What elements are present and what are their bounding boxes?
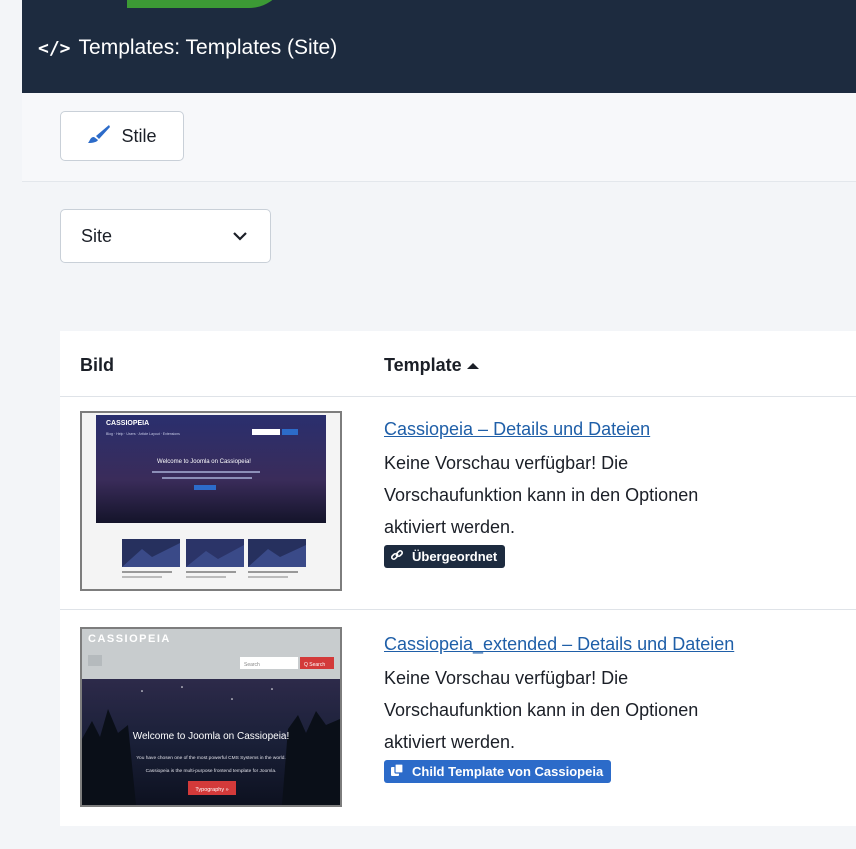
template-cell-cassiopeia-extended: Cassiopeia_extended – Details und Dateie… — [384, 632, 804, 783]
code-icon: </> — [38, 37, 71, 59]
preview-brand: CASSIOPEIA — [106, 420, 149, 427]
template-cell-cassiopeia: Cassiopeia – Details und Dateien Keine V… — [384, 417, 804, 568]
page-header: </> Templates: Templates (Site) — [22, 0, 856, 93]
preview-brand: CASSIOPEIA — [88, 633, 171, 645]
preview-cta: Typography » — [195, 787, 228, 793]
copy-icon — [390, 763, 404, 780]
template-description: Keine Vorschau verfügbar! Die Vorschaufu… — [384, 447, 804, 543]
template-link-cassiopeia-extended[interactable]: Cassiopeia_extended – Details und Dateie… — [384, 632, 804, 656]
client-select[interactable]: Site — [60, 209, 271, 263]
brush-icon — [87, 124, 111, 149]
chevron-down-icon — [232, 228, 248, 249]
header-logo-accent — [127, 0, 287, 8]
column-header-image: Bild — [80, 355, 114, 375]
child-template-badge-label: Child Template von Cassiopeia — [412, 764, 604, 779]
page-title: </> Templates: Templates (Site) — [38, 36, 337, 60]
preview-search-placeholder: Search — [244, 662, 260, 668]
description-line: Vorschaufunktion kann in den Optionen — [384, 700, 699, 720]
description-line: Keine Vorschau verfügbar! Die — [384, 453, 629, 473]
description-line: Vorschaufunktion kann in den Optionen — [384, 485, 699, 505]
template-preview-cassiopeia[interactable]: CASSIOPEIA Blog · Help · Users · Article… — [80, 411, 342, 591]
toolbar: Stile — [22, 93, 856, 182]
preview-heading: Welcome to Joomla on Cassiopeia! — [157, 459, 251, 465]
preview-heading: Welcome to Joomla on Cassiopeia! — [133, 731, 290, 742]
column-header-template-label: Template — [384, 355, 462, 375]
row-divider — [60, 609, 856, 610]
preview-text: Cassiopeia is the multi-purpose frontend… — [146, 768, 277, 774]
client-select-value: Site — [81, 225, 113, 246]
page-title-text: Templates: Templates (Site) — [78, 36, 338, 59]
child-template-badge: Child Template von Cassiopeia — [384, 760, 612, 783]
parent-badge-label: Übergeordnet — [412, 549, 498, 564]
template-link-cassiopeia[interactable]: Cassiopeia – Details und Dateien — [384, 417, 804, 441]
description-line: aktiviert werden. — [384, 517, 516, 537]
template-preview-cassiopeia-extended[interactable]: CASSIOPEIA Search Q Search Welcome to Jo… — [80, 627, 342, 807]
templates-table: Bild Template CASSIOPEIA Blog · Help · U… — [60, 331, 856, 826]
description-line: Keine Vorschau verfügbar! Die — [384, 668, 629, 688]
preview-search-button: Q Search — [304, 662, 325, 668]
preview-text: You have chosen one of the most powerful… — [136, 755, 285, 761]
row-divider — [60, 396, 856, 397]
column-header-template[interactable]: Template — [384, 355, 480, 376]
stile-button-label: Stile — [121, 125, 157, 146]
svg-text:Blog · Help · Users · Article: Blog · Help · Users · Article Layout · E… — [106, 432, 180, 436]
stile-button[interactable]: Stile — [60, 111, 184, 161]
link-icon — [390, 548, 404, 565]
parent-badge: Übergeordnet — [384, 545, 506, 568]
template-description: Keine Vorschau verfügbar! Die Vorschaufu… — [384, 662, 804, 758]
description-line: aktiviert werden. — [384, 732, 516, 752]
sort-asc-icon — [466, 355, 480, 376]
